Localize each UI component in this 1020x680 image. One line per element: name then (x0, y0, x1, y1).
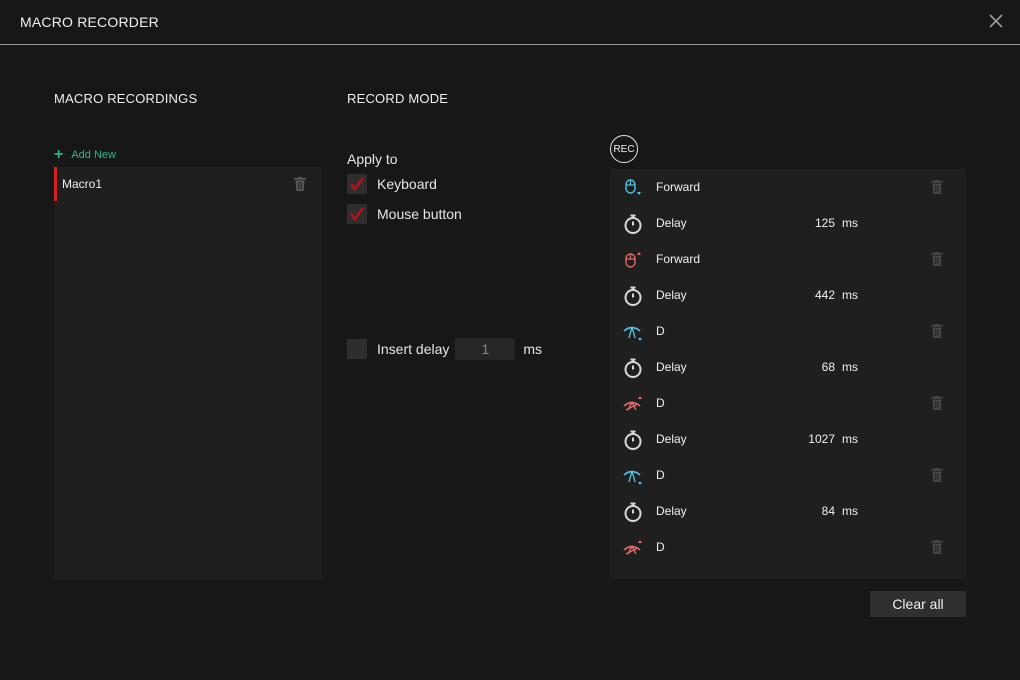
trash-icon[interactable] (931, 180, 943, 197)
event-row[interactable]: D (610, 385, 966, 421)
event-row[interactable]: Forward (610, 169, 966, 205)
event-delay-unit: ms (842, 504, 858, 518)
event-delay-value[interactable]: 125 (815, 216, 835, 230)
event-row[interactable]: Delay 1027 ms (610, 421, 966, 457)
keyboard-checkbox-row[interactable]: Keyboard (347, 174, 437, 194)
event-delay-unit: ms (842, 288, 858, 302)
event-delay-value[interactable]: 442 (815, 288, 835, 302)
insert-delay-checkbox[interactable] (347, 339, 367, 359)
event-name: Delay (656, 216, 687, 230)
event-row[interactable]: Delay 442 ms (610, 277, 966, 313)
event-row[interactable]: Forward (610, 241, 966, 277)
event-row[interactable]: Delay 68 ms (610, 349, 966, 385)
mouse-button-down-icon (622, 177, 644, 199)
window-title: MACRO RECORDER (20, 14, 159, 30)
checkmark-icon (349, 177, 365, 192)
insert-delay-unit: ms (523, 341, 543, 357)
checkmark-icon (349, 207, 365, 222)
mouse-button-label: Mouse button (377, 206, 462, 222)
macro-name: Macro1 (62, 177, 103, 191)
event-row[interactable]: Delay 125 ms (610, 205, 966, 241)
keyboard-label: Keyboard (377, 176, 437, 192)
stopwatch-icon (622, 357, 644, 379)
event-name: Forward (656, 252, 701, 266)
insert-delay-row: Insert delay ms (347, 338, 543, 360)
event-name: D (656, 468, 665, 482)
insert-delay-label: Insert delay (377, 341, 450, 357)
trash-icon[interactable] (931, 396, 943, 413)
recorded-events-list: Forward Delay 125 ms Forward Delay 442 ms D Delay… (610, 169, 966, 579)
trash-icon[interactable] (931, 540, 943, 557)
add-new-label: Add New (71, 149, 116, 161)
mouse-button-checkbox[interactable] (347, 204, 367, 224)
trash-icon[interactable] (294, 177, 306, 194)
event-delay-value[interactable]: 1027 (808, 432, 835, 446)
insert-delay-input[interactable] (455, 338, 516, 360)
event-delay-unit: ms (842, 216, 858, 230)
event-name: Delay (656, 288, 687, 302)
event-name: Forward (656, 180, 701, 194)
stopwatch-icon (622, 429, 644, 451)
event-name: Delay (656, 432, 687, 446)
mouse-button-checkbox-row[interactable]: Mouse button (347, 204, 462, 224)
macro-recordings-heading: MACRO RECORDINGS (54, 91, 198, 106)
event-name: D (656, 396, 665, 410)
stopwatch-icon (622, 501, 644, 523)
key-down-icon (622, 465, 644, 487)
keyboard-checkbox[interactable] (347, 174, 367, 194)
event-delay-unit: ms (842, 432, 858, 446)
trash-icon[interactable] (931, 468, 943, 485)
stopwatch-icon (622, 285, 644, 307)
trash-icon[interactable] (931, 252, 943, 269)
title-bar: MACRO RECORDER (0, 0, 1020, 45)
event-row[interactable]: D (610, 313, 966, 349)
key-up-icon (622, 393, 644, 415)
record-mode-heading: RECORD MODE (347, 91, 449, 106)
record-button[interactable]: REC (610, 135, 638, 163)
event-delay-value[interactable]: 84 (822, 504, 835, 518)
trash-icon[interactable] (931, 324, 943, 341)
event-name: Delay (656, 504, 687, 518)
close-icon[interactable] (986, 11, 1006, 31)
macro-list-item[interactable]: Macro1 (54, 167, 322, 201)
event-delay-unit: ms (842, 360, 858, 374)
key-up-icon (622, 537, 644, 559)
event-row[interactable]: D (610, 457, 966, 493)
event-name: D (656, 324, 665, 338)
apply-to-label: Apply to (347, 151, 398, 167)
stopwatch-icon (622, 213, 644, 235)
event-delay-value[interactable]: 68 (822, 360, 835, 374)
event-name: D (656, 540, 665, 554)
event-name: Delay (656, 360, 687, 374)
macro-recordings-list: Macro1 (54, 167, 322, 580)
event-row[interactable]: Delay 84 ms (610, 493, 966, 529)
mouse-button-up-icon (622, 249, 644, 271)
plus-icon: + (54, 146, 64, 163)
add-new-button[interactable]: + Add New (54, 147, 116, 163)
key-down-icon (622, 321, 644, 343)
event-row[interactable]: D (610, 529, 966, 565)
clear-all-button[interactable]: Clear all (870, 591, 966, 617)
